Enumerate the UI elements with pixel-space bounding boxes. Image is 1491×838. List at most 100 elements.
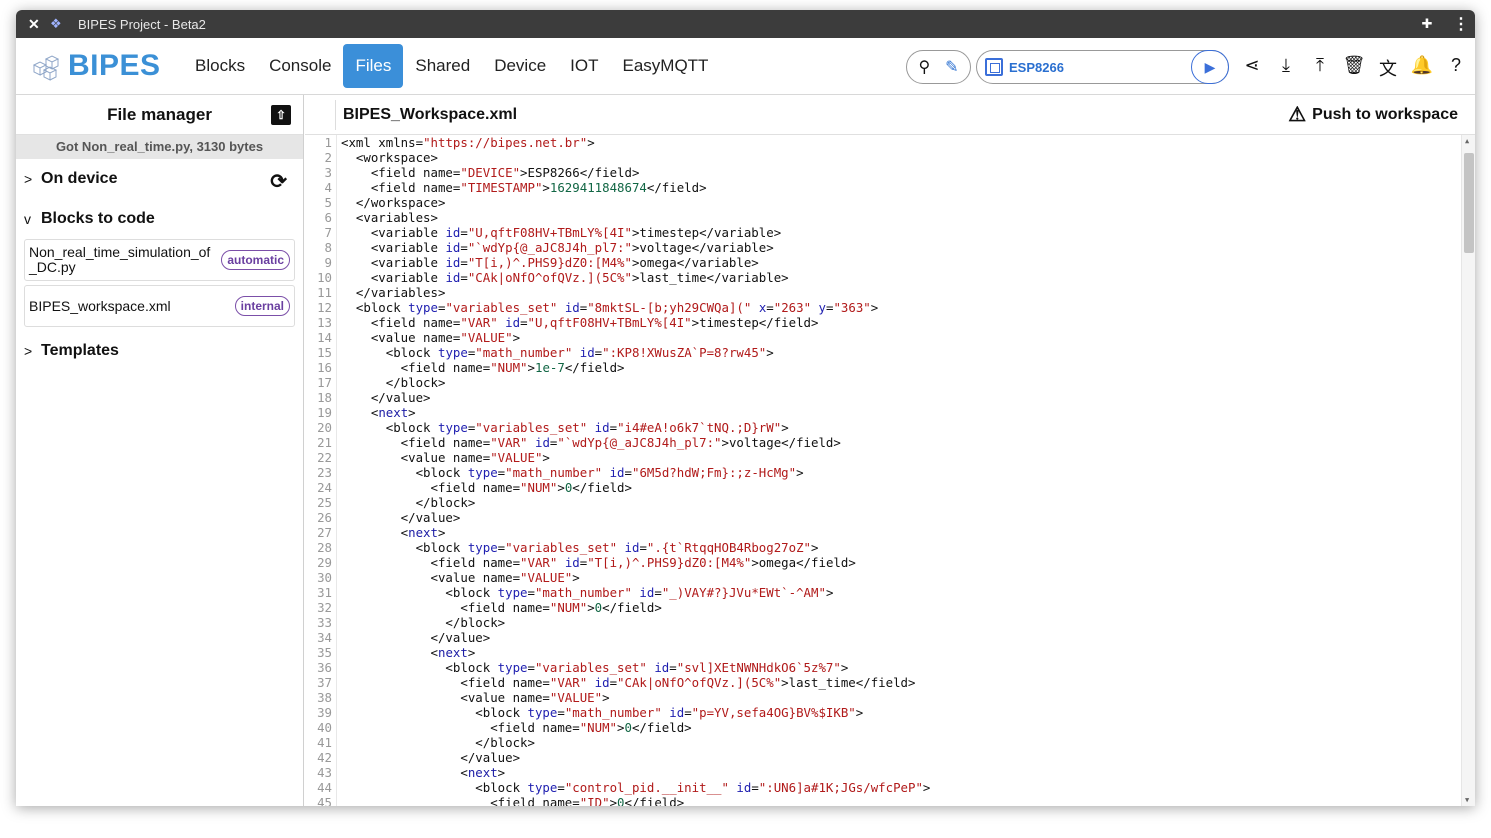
code-line[interactable]: <block type="math_number" id="_)VAY#?}JV… xyxy=(341,585,1457,600)
code-line[interactable]: <value name="VALUE"> xyxy=(341,690,1457,705)
tab-blocks[interactable]: Blocks xyxy=(183,44,257,88)
notification-icon[interactable]: 🔔 xyxy=(1405,55,1439,81)
tab-shared[interactable]: Shared xyxy=(403,44,482,88)
code-line[interactable]: <value name="VALUE"> xyxy=(341,450,1457,465)
file-item[interactable]: Non_real_time_simulation_of _DC.py automa… xyxy=(24,239,295,281)
refresh-icon[interactable]: ⟳ xyxy=(270,169,287,194)
scrollbar-thumb[interactable] xyxy=(1464,153,1474,253)
trash-icon[interactable]: 🗑 xyxy=(1337,55,1371,81)
kebab-menu-icon[interactable]: ⋮ xyxy=(1447,14,1475,34)
code-line[interactable]: <field name="NUM">0</field> xyxy=(341,720,1457,735)
code-line[interactable]: <value name="VALUE"> xyxy=(341,570,1457,585)
bluetooth-off-icon[interactable]: ✎ xyxy=(945,57,958,77)
app-icon: ❖ xyxy=(50,16,62,31)
share-icon[interactable]: ⋖ xyxy=(1235,55,1269,81)
code-line[interactable]: <field name="VAR" id="CAk|oNfO^ofQVz.](5… xyxy=(341,675,1457,690)
code-line[interactable]: </block> xyxy=(341,615,1457,630)
section-templates[interactable]: > Templates xyxy=(16,331,303,371)
code-editor[interactable]: 1 2 3 4 5 6 7 8 9 10 11 12 13 14 15 16 17 18 19 20 21 22 23 24 2… xyxy=(305,135,1475,806)
scroll-down-icon[interactable]: ▼ xyxy=(1465,796,1469,804)
line-number: 1 xyxy=(324,135,332,150)
code-line[interactable]: <field name="DEVICE">ESP8266</field> xyxy=(341,165,1457,180)
file-item[interactable]: BIPES_workspace.xml internal xyxy=(24,285,295,327)
code-line[interactable]: <block type="math_number" id="6M5d?hdW;F… xyxy=(341,465,1457,480)
code-line[interactable]: </block> xyxy=(341,735,1457,750)
code-line[interactable]: </value> xyxy=(341,390,1457,405)
section-on-device[interactable]: > On device ⟳ xyxy=(16,159,303,199)
tab-easymqtt[interactable]: EasyMQTT xyxy=(611,44,721,88)
tab-iot[interactable]: IOT xyxy=(558,44,610,88)
code-line[interactable]: <field name="VAR" id="`wdYp{@_aJC8J4h_pl… xyxy=(341,435,1457,450)
section-label: Blocks to code xyxy=(41,210,155,227)
language-icon[interactable]: 文 xyxy=(1371,55,1405,81)
code-line[interactable]: <block type="variables_set" id="svl]XEtN… xyxy=(341,660,1457,675)
code-line[interactable]: <field name="NUM">1e-7</field> xyxy=(341,360,1457,375)
code-line[interactable]: <variable id="`wdYp{@_aJC8J4h_pl7:">volt… xyxy=(341,240,1457,255)
tab-device[interactable]: Device xyxy=(482,44,558,88)
line-number: 44 xyxy=(317,780,332,795)
line-number: 18 xyxy=(317,390,332,405)
push-to-workspace-button[interactable]: ⚠ Push to workspace xyxy=(1288,102,1458,127)
code-line[interactable]: <variable id="U,qftF08HV+TBmLY%[4I">time… xyxy=(341,225,1457,240)
code-line[interactable]: <next> xyxy=(341,525,1457,540)
code-line[interactable]: <next> xyxy=(341,765,1457,780)
line-number: 19 xyxy=(317,405,332,420)
download-icon[interactable]: ⤓ xyxy=(1269,55,1303,81)
code-line[interactable]: <xml xmlns="https://bipes.net.br"> xyxy=(341,135,1457,150)
usb-icon[interactable]: ⚲ xyxy=(918,57,930,77)
code-line[interactable]: <field name="ID">0</field> xyxy=(341,795,1457,806)
device-selector[interactable]: ESP8266 ▶ xyxy=(976,50,1229,84)
code-line[interactable]: <value name="VALUE"> xyxy=(341,330,1457,345)
code-line[interactable]: <block type="math_number" id=":KP8!XWusZ… xyxy=(341,345,1457,360)
code-line[interactable]: <block type="variables_set" id=".{t`Rtqq… xyxy=(341,540,1457,555)
code-line[interactable]: <field name="NUM">0</field> xyxy=(341,480,1457,495)
line-number: 13 xyxy=(317,315,332,330)
line-number: 9 xyxy=(324,255,332,270)
line-number: 22 xyxy=(317,450,332,465)
code-line[interactable]: </block> xyxy=(341,375,1457,390)
run-button[interactable]: ▶ xyxy=(1191,50,1229,84)
code-line[interactable]: </value> xyxy=(341,630,1457,645)
code-line[interactable]: <block type="control_pid.__init__" id=":… xyxy=(341,780,1457,795)
line-number: 25 xyxy=(317,495,332,510)
code-line[interactable]: <variables> xyxy=(341,210,1457,225)
code-line[interactable]: </value> xyxy=(341,750,1457,765)
code-line[interactable]: <block type="math_number" id="p=YV,sefa4… xyxy=(341,705,1457,720)
vertical-scrollbar[interactable]: ▲ ▼ xyxy=(1461,135,1475,806)
close-icon[interactable]: ✕ xyxy=(28,16,50,33)
code-line[interactable]: <field name="NUM">0</field> xyxy=(341,600,1457,615)
code-line[interactable]: <workspace> xyxy=(341,150,1457,165)
code-line[interactable]: </value> xyxy=(341,510,1457,525)
help-icon[interactable]: ? xyxy=(1439,55,1473,81)
code-line[interactable]: </workspace> xyxy=(341,195,1457,210)
bipes-logo[interactable]: BIPES xyxy=(30,49,170,83)
tab-files[interactable]: Files xyxy=(343,44,404,88)
code-line[interactable]: <next> xyxy=(341,405,1457,420)
code-line[interactable]: <block type="variables_set" id="8mktSL-[… xyxy=(341,300,1457,315)
code-line[interactable]: <field name="VAR" id="U,qftF08HV+TBmLY%[… xyxy=(341,315,1457,330)
code-line[interactable]: </block> xyxy=(341,495,1457,510)
line-number: 28 xyxy=(317,540,332,555)
window-title: BIPES Project - Beta2 xyxy=(78,16,206,32)
code-line[interactable]: <field name="VAR" id="T[i,)^.PHS9}dZ0:[M… xyxy=(341,555,1457,570)
code-line[interactable]: <next> xyxy=(341,645,1457,660)
tab-console[interactable]: Console xyxy=(257,44,343,88)
line-number: 37 xyxy=(317,675,332,690)
upload-file-icon[interactable]: ⇧ xyxy=(271,105,291,125)
title-bar: ✕ ❖ BIPES Project - Beta2 ✚ ⋮ xyxy=(16,10,1475,38)
code-line[interactable]: <variable id="CAk|oNfO^ofQVz.](5C%">last… xyxy=(341,270,1457,285)
warning-icon: ⚠ xyxy=(1288,104,1307,126)
logo-cubes-icon xyxy=(32,55,60,81)
scroll-up-icon[interactable]: ▲ xyxy=(1465,137,1469,145)
line-number: 33 xyxy=(317,615,332,630)
code-line[interactable]: </variables> xyxy=(341,285,1457,300)
code-line[interactable]: <field name="TIMESTAMP">1629411848674</f… xyxy=(341,180,1457,195)
code-line[interactable]: <block type="variables_set" id="i4#eA!o6… xyxy=(341,420,1457,435)
code-line[interactable]: <variable id="T[i,)^.PHS9}dZ0:[M4%">omeg… xyxy=(341,255,1457,270)
extensions-icon[interactable]: ✚ xyxy=(1407,16,1447,32)
section-blocks-to-code[interactable]: v Blocks to code xyxy=(16,199,303,239)
upload-icon[interactable]: ⤒ xyxy=(1303,55,1337,81)
line-number: 31 xyxy=(317,585,332,600)
line-number: 40 xyxy=(317,720,332,735)
code-area[interactable]: <xml xmlns="https://bipes.net.br"> <work… xyxy=(341,135,1457,806)
